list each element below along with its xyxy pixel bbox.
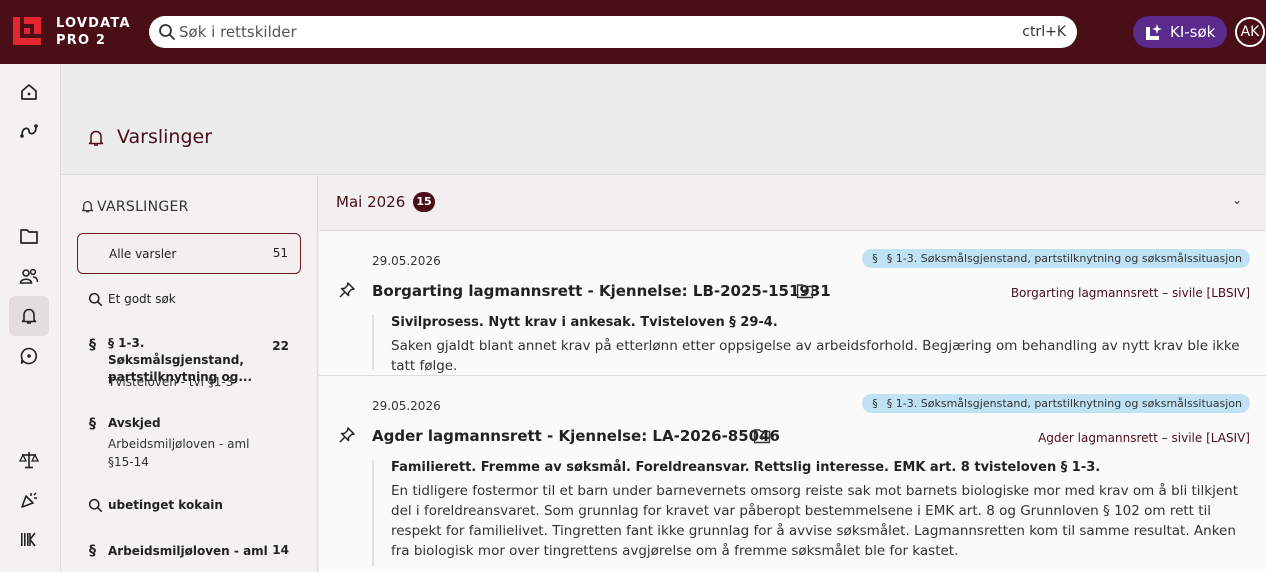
- rail-party-button[interactable]: [9, 480, 49, 520]
- route-icon: [20, 124, 38, 138]
- month-label: Mai 2026: [336, 193, 406, 211]
- card-summary-heading: Familierett. Fremme av søksmål. Foreldre…: [391, 460, 1101, 475]
- brand-name[interactable]: LOVDATA PRO 2: [56, 15, 131, 49]
- notifications-panel: Mai 2026 15 ⌄ 29.05.2026 § § 1-3. Søksmål…: [319, 174, 1266, 572]
- paragraph-icon: §: [89, 543, 96, 559]
- card-tag[interactable]: § § 1-3. Søksmålsgjenstand, partstilknytn…: [862, 249, 1250, 268]
- rail-users-button[interactable]: [9, 256, 49, 296]
- ai-sparkle-icon: [1146, 24, 1162, 40]
- scales-icon: [19, 452, 39, 469]
- brand-line-2: PRO 2: [56, 33, 107, 48]
- bell-icon: [88, 130, 104, 146]
- sidebar-item-ubetinget-kokain[interactable]: ubetinget kokain: [77, 489, 301, 521]
- rail-notifications-button[interactable]: [9, 296, 49, 336]
- card-date: 29.05.2026: [372, 254, 441, 268]
- search-icon: [159, 24, 175, 40]
- bell-icon: [21, 308, 37, 324]
- card-summary-heading: Sivilprosess. Nytt krav i ankesak. Tvist…: [391, 315, 778, 330]
- rail-route-button[interactable]: [9, 111, 49, 151]
- sidebar-item-count: 51: [272, 246, 288, 260]
- search-icon: [88, 292, 103, 307]
- sidebar-item-label: Avskjed: [108, 416, 161, 430]
- card-tag-label: § 1-3. Søksmålsgjenstand, partstilknytni…: [886, 397, 1242, 410]
- sidebar-item-alle-varsler[interactable]: Alle varsler 51: [77, 233, 301, 274]
- top-bar: LOVDATA PRO 2 Søk i rettskilder ctrl+K K…: [0, 0, 1266, 64]
- lovdata-logo-icon[interactable]: [13, 17, 41, 45]
- paragraph-icon: §: [89, 337, 96, 353]
- search-icon: [88, 498, 103, 513]
- notification-card[interactable]: 29.05.2026 § § 1-3. Søksmålsgjenstand, pa…: [319, 231, 1266, 376]
- card-date: 29.05.2026: [372, 399, 441, 413]
- home-icon: [21, 84, 37, 100]
- paragraph-icon: §: [872, 397, 878, 410]
- ki-search-button[interactable]: KI-søk: [1133, 16, 1227, 48]
- party-icon: [21, 492, 37, 508]
- rail-scales-button[interactable]: [9, 440, 49, 480]
- sidebar-item-avskjed[interactable]: § Avskjed Arbeidsmiljøloven - aml §15-14: [77, 409, 301, 471]
- card-summary: Sivilprosess. Nytt krav i ankesak. Tvist…: [372, 315, 1252, 374]
- card-summary-body: Saken gjaldt blant annet krav på etterlø…: [391, 338, 1240, 374]
- pin-icon[interactable]: [338, 426, 356, 444]
- avatar[interactable]: AK: [1235, 17, 1265, 47]
- sidebar-item-sub: Tvisteloven - tvl §1-3: [108, 375, 234, 389]
- card-title[interactable]: Agder lagmannsrett - Kjennelse: LA-2026-…: [372, 427, 780, 445]
- search-input[interactable]: Søk i rettskilder ctrl+K: [149, 16, 1077, 48]
- paragraph-icon: §: [89, 416, 96, 432]
- notification-card[interactable]: 29.05.2026 § § 1-3. Søksmålsgjenstand, pa…: [319, 376, 1266, 572]
- folder-icon: [20, 229, 38, 244]
- sidebar-item-count: 22: [272, 339, 289, 353]
- sidebar-item-et-godt-sok[interactable]: Et godt søk: [77, 283, 301, 315]
- sidebar-item-sub: Arbeidsmiljøloven - aml §15-14: [108, 437, 250, 469]
- sidebar-item-label: ubetinget kokain: [108, 498, 223, 512]
- rail-home-button[interactable]: [9, 72, 49, 112]
- search-placeholder: Søk i rettskilder: [179, 23, 297, 41]
- month-group-header[interactable]: Mai 2026 15 ⌄: [319, 175, 1266, 231]
- bell-icon: [81, 200, 94, 213]
- notifications-sidebar: VARSLINGER Alle varsler 51 Et godt søk §…: [61, 174, 318, 572]
- page-title: Varslinger: [117, 126, 213, 148]
- rail-folder-button[interactable]: [9, 216, 49, 256]
- rail-barcode-button[interactable]: [9, 520, 49, 560]
- search-shortcut: ctrl+K: [1022, 24, 1066, 40]
- month-count-badge: 15: [413, 192, 435, 212]
- card-summary-body: En tidligere fostermor til et barn under…: [391, 483, 1239, 559]
- card-tag[interactable]: § § 1-3. Søksmålsgjenstand, partstilknytn…: [862, 394, 1250, 413]
- add-to-folder-icon[interactable]: [753, 428, 771, 444]
- sidebar-item-tvisteloven-1-3[interactable]: § § 1-3. Søksmålsgjenstand, partstilknyt…: [77, 329, 301, 391]
- users-icon: [19, 268, 39, 284]
- barcode-icon: [21, 532, 36, 547]
- sidebar-item-label: Et godt søk: [108, 292, 176, 306]
- paragraph-icon: §: [872, 252, 878, 265]
- add-to-folder-icon[interactable]: [796, 283, 814, 299]
- card-title[interactable]: Borgarting lagmannsrett - Kjennelse: LB-…: [372, 282, 831, 300]
- brand-line-1: LOVDATA: [56, 16, 131, 31]
- ki-search-label: KI-søk: [1170, 23, 1216, 41]
- pin-icon[interactable]: [338, 281, 356, 299]
- sidebar-heading: VARSLINGER: [97, 199, 189, 215]
- icon-rail: [0, 64, 61, 572]
- sidebar-item-arbeidsmiljoloven[interactable]: § Arbeidsmiljøloven - aml 14: [77, 537, 301, 567]
- card-summary: Familierett. Fremme av søksmål. Foreldre…: [372, 460, 1252, 566]
- chat-icon: [20, 347, 38, 365]
- rail-chat-button[interactable]: [9, 336, 49, 376]
- sidebar-item-count: 14: [272, 543, 289, 557]
- card-court: Borgarting lagmannsrett – sivile [LBSIV]: [1010, 286, 1250, 300]
- card-court: Agder lagmannsrett – sivile [LASIV]: [1038, 431, 1250, 445]
- card-tag-label: § 1-3. Søksmålsgjenstand, partstilknytni…: [886, 252, 1242, 265]
- sidebar-item-label: Alle varsler: [109, 247, 177, 261]
- chevron-down-icon[interactable]: ⌄: [1232, 193, 1242, 207]
- sidebar-item-label: Arbeidsmiljøloven - aml: [108, 544, 268, 558]
